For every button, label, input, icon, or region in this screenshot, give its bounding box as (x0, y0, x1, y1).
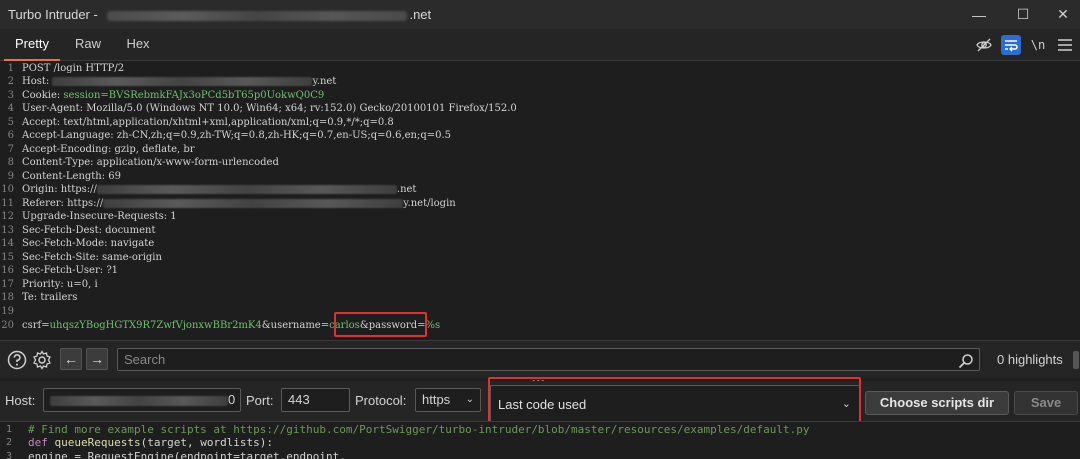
request-line: 1 POST /login HTTP/2 (7, 63, 125, 74)
request-line: 10 Origin: https://.net (1, 184, 417, 195)
request-line: 15 Sec-Fetch-Site: same-origin (1, 252, 162, 263)
request-line: 4 User-Agent: Mozilla/5.0 (Windows NT 10.… (7, 103, 517, 114)
script-line: 1 # Find more example scripts at https://… (5, 423, 810, 436)
close-button[interactable]: ✕ (1043, 0, 1080, 29)
search-input[interactable] (117, 348, 980, 371)
redacted-host (50, 395, 228, 406)
request-line: 16 Sec-Fetch-User: ?1 (1, 265, 119, 276)
redacted-host (96, 185, 397, 194)
script-editor[interactable]: 1 # Find more example scripts at https://… (0, 421, 1080, 459)
request-line: 11 Referer: https://y.net/login (1, 198, 456, 209)
request-line: 9 Content-Length: 69 (7, 171, 122, 182)
previous-match-button[interactable]: ← (60, 348, 82, 370)
port-field[interactable]: 443 (281, 388, 350, 412)
password-payload-highlight (334, 312, 427, 337)
request-line: 6 Accept-Language: zh-CN,zh;q=0.9,zh-TW;q… (7, 130, 452, 141)
tab-raw[interactable]: Raw (66, 29, 110, 61)
minimize-button[interactable]: — (959, 0, 999, 29)
script-line: 2 def queueRequests(target, wordlists): (5, 436, 274, 449)
next-match-button[interactable]: → (86, 348, 108, 370)
request-line: 12 Upgrade-Insecure-Requests: 1 (1, 211, 177, 222)
script-select-highlight (488, 377, 861, 427)
scroll-handle[interactable] (1073, 351, 1079, 369)
title-bar: Turbo Intruder - .net (0, 0, 1080, 29)
newline-toggle[interactable]: \n (1028, 35, 1048, 55)
request-body-line: 20 csrf=uhqszYBogHGTX9R7ZwfVjonxwBBr2mK4&… (1, 320, 441, 331)
menu-icon[interactable] (1055, 35, 1075, 55)
protocol-label: Protocol: (355, 393, 407, 408)
request-line: 2 Host: y.net (7, 76, 337, 87)
request-line: 8 Content-Type: application/x-www-form-ur… (7, 157, 279, 168)
maximize-button[interactable]: ☐ (1003, 0, 1043, 29)
window-title-prefix: Turbo Intruder - (8, 7, 102, 22)
redacted-host (107, 10, 408, 21)
request-line: 17 Priority: u=0, i (1, 279, 98, 290)
window-title: Turbo Intruder - .net (0, 7, 431, 22)
host-label: Host: (5, 393, 36, 408)
request-editor[interactable]: 1 POST /login HTTP/2 2 Host: y.net 3 Cookie… (0, 61, 1080, 340)
request-line: 7 Accept-Encoding: gzip, deflate, br (7, 144, 195, 155)
request-line: 3 Cookie: session=BVSRebmkFAJx3oPCd5bT65p… (7, 90, 325, 101)
search-icon[interactable] (958, 353, 974, 369)
request-line: 14 Sec-Fetch-Mode: navigate (1, 238, 155, 249)
protocol-select[interactable]: https ⌄ (415, 388, 481, 412)
search-bar: ← → 0 highlights (0, 340, 1080, 378)
choose-scripts-dir-button[interactable]: Choose scripts dir (865, 391, 1009, 415)
redacted-host (103, 199, 404, 208)
save-button[interactable]: Save (1014, 391, 1078, 415)
redacted-host (52, 77, 313, 86)
script-line: 3 engine = RequestEngine(endpoint=target… (5, 450, 346, 459)
port-label: Port: (246, 393, 274, 408)
editor-tabs: Pretty Raw Hex \n (0, 29, 1080, 61)
gear-icon[interactable] (31, 349, 53, 371)
request-line: 18 Te: trailers (1, 292, 78, 303)
tab-hex[interactable]: Hex (118, 29, 158, 61)
request-line: 19 (1, 306, 14, 317)
request-line: 13 Sec-Fetch-Dest: document (1, 225, 156, 236)
highlights-count: 0 highlights (997, 352, 1063, 367)
hide-eye-icon[interactable] (974, 35, 994, 55)
help-icon[interactable] (6, 349, 28, 371)
tab-pretty[interactable]: Pretty (4, 29, 60, 61)
word-wrap-icon[interactable] (1001, 35, 1021, 55)
window-title-suffix: .net (409, 7, 432, 22)
chevron-down-icon: ⌄ (465, 394, 474, 405)
request-line: 5 Accept: text/html,application/xhtml+xml… (7, 117, 394, 128)
host-field[interactable]: 0 (43, 388, 241, 412)
